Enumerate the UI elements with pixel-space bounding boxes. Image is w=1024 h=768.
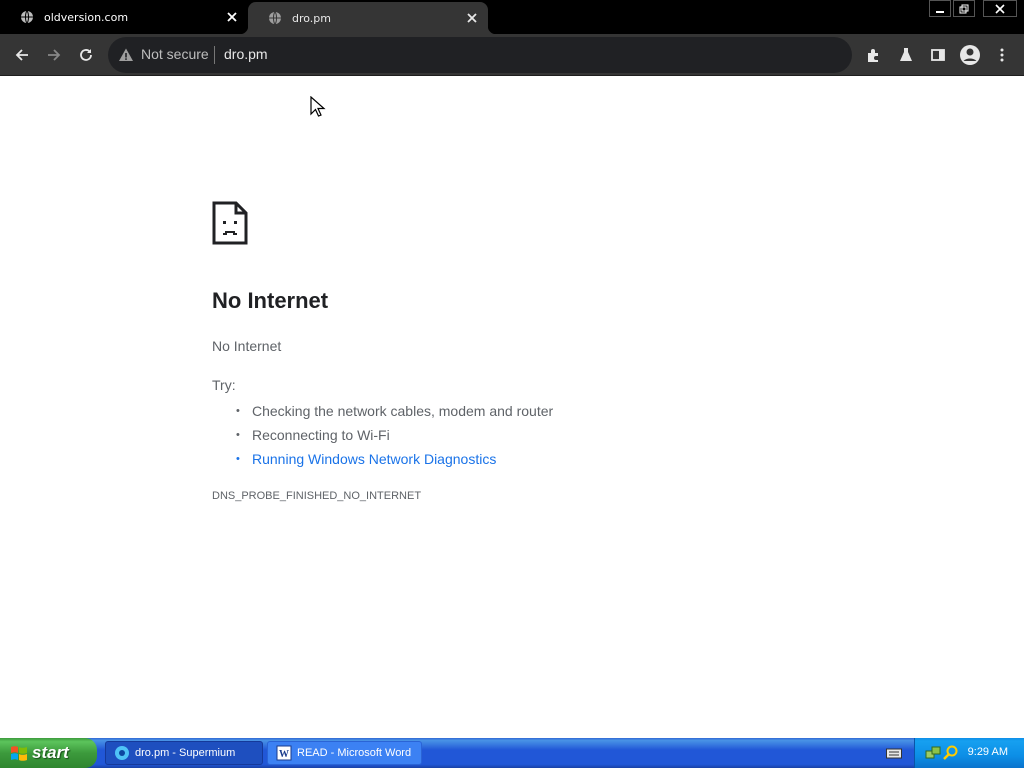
menu-button[interactable] [988,41,1016,69]
try-label: Try: [212,377,236,393]
puzzle-icon [868,49,878,62]
title-bar: oldversion.com dro.pm [0,0,1024,34]
globe-icon [21,10,33,24]
tab-oldversion[interactable]: oldversion.com [0,0,248,34]
extensions-button[interactable] [860,41,888,69]
supermium-icon [115,746,129,760]
security-status[interactable]: Not secure [141,46,209,62]
restore-button[interactable] [953,0,975,17]
word-icon: W [276,745,292,761]
system-tray: 9:29 AM [914,738,1024,768]
keyboard-icon[interactable] [886,747,902,759]
flask-icon [900,48,912,61]
sad-page-icon [212,201,248,245]
page-title: No Internet [212,288,329,313]
more-vertical-icon [1000,48,1004,62]
window-controls [929,0,1017,17]
start-button[interactable]: start [0,738,97,768]
reload-button[interactable] [72,41,100,69]
back-button[interactable] [8,41,36,69]
side-panel-button[interactable] [924,41,952,69]
tab-title: oldversion.com [44,10,129,24]
suggestions-list: Checking the network cables, modem and r… [236,399,553,471]
suggestion-item: Reconnecting to Wi-Fi [236,423,553,447]
task-label: dro.pm - Supermium [135,747,236,759]
address-bar[interactable]: Not secure dro.pm [108,37,852,73]
start-label: start [32,743,69,762]
labs-button[interactable] [892,41,920,69]
suggestion-item: Checking the network cables, modem and r… [236,399,553,423]
close-icon[interactable] [464,10,480,26]
network-icon[interactable] [925,745,941,761]
forward-arrow-icon [48,49,61,61]
profile-button[interactable] [956,41,984,69]
search-icon[interactable] [943,745,959,761]
avatar-icon [960,45,980,65]
globe-icon [269,11,281,25]
taskbar: start dro.pm - Supermium W READ - Micros… [0,738,1024,768]
windows-logo-icon [11,746,27,761]
mouse-cursor-icon [310,96,326,117]
close-icon[interactable] [224,9,240,25]
reload-icon [80,49,92,61]
svg-text:W: W [279,749,289,760]
error-code: DNS_PROBE_FINISHED_NO_INTERNET [212,490,422,502]
taskbar-item-supermium[interactable]: dro.pm - Supermium [105,741,263,765]
divider [214,46,215,64]
minimize-button[interactable] [929,0,951,17]
side-panel-icon [931,49,945,61]
tab-dro-pm[interactable]: dro.pm [240,2,496,34]
page-content: No Internet No Internet Try: Checking th… [0,77,1024,738]
error-subtitle: No Internet [212,338,282,354]
url-text[interactable]: dro.pm [224,46,268,62]
warning-icon [119,48,133,61]
task-label: READ - Microsoft Word [297,747,412,759]
close-window-button[interactable] [983,0,1017,17]
back-arrow-icon [15,49,28,61]
system-clock[interactable]: 9:29 AM [968,746,1008,758]
network-diagnostics-link[interactable]: Running Windows Network Diagnostics [236,447,553,471]
forward-button[interactable] [40,41,68,69]
taskbar-item-word[interactable]: W READ - Microsoft Word [267,741,422,765]
tab-title: dro.pm [292,11,331,25]
